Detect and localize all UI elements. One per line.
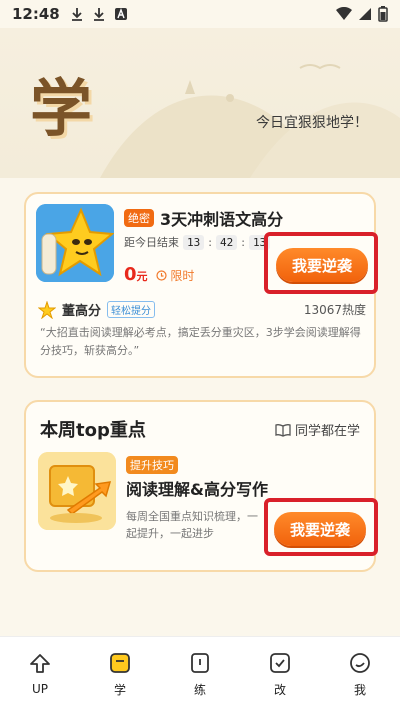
signal-icon [359, 8, 371, 20]
course-thumbnail [36, 204, 114, 282]
up-arrow-icon [30, 654, 50, 673]
author-name: 董高分 [62, 304, 102, 319]
page-title: 学 [30, 72, 93, 145]
clock-icon [155, 270, 167, 281]
nav-item-me[interactable]: 我 [320, 637, 400, 711]
comeback-button[interactable]: 我要逆袭 [276, 248, 368, 282]
check-icon [270, 652, 290, 673]
topic-thumbnail [38, 452, 116, 530]
nav-label-practice: 练 [193, 682, 206, 697]
countdown: 距今日结束 13 : 42 : 13 [124, 234, 271, 250]
notification-app-icon [114, 8, 127, 20]
comeback-button[interactable]: 我要逆袭 [274, 512, 366, 546]
price: 0元 [124, 264, 148, 285]
nav-item-practice[interactable]: 练 [160, 637, 240, 711]
skill-tag-label: 提升技巧 [126, 456, 178, 474]
countdown-label: 距今日结束 [124, 236, 179, 249]
motto-text: 今日宜狠狠地学！ [256, 115, 368, 131]
countdown-minutes: 42 [215, 234, 238, 250]
folder-arrow-icon [38, 452, 116, 530]
nav-item-up[interactable]: UP [0, 637, 80, 711]
secret-tag: 绝密 [124, 209, 154, 227]
bottom-nav: UP 学 练 改 我 [0, 636, 400, 711]
nav-label-learn: 学 [113, 682, 126, 697]
author-badge: 轻松提分 [107, 301, 156, 318]
topic-description: 每周全国重点知识梳理，一起提升，一起进步 [126, 510, 258, 540]
status-bar: 12:48 [0, 0, 400, 28]
course-quote: “大招直击阅读理解必考点，搞定丢分重灾区，3步学会阅读理解得分技巧，斩获高分。” [40, 326, 361, 357]
nav-item-learn[interactable]: 学 [80, 637, 160, 711]
skill-tag: 提升技巧 [126, 454, 178, 474]
nav-label-up: UP [31, 682, 49, 696]
heat-count: 13067热度 [303, 303, 366, 317]
battery-icon [378, 6, 388, 22]
practice-icon [191, 652, 209, 673]
topic-title: 阅读理解&高分写作 [126, 480, 268, 499]
star-mascot-icon [36, 204, 114, 282]
nav-label-me: 我 [353, 682, 366, 697]
course-title: 3天冲刺语文高分 [160, 210, 284, 229]
open-book-icon [275, 423, 291, 437]
wifi-icon [336, 7, 352, 20]
profile-icon [350, 652, 370, 673]
price-unit: 元 [136, 270, 148, 283]
download-icon [93, 8, 104, 21]
nav-label-correct: 改 [273, 682, 286, 697]
everyone-learning: 同学都在学 [275, 420, 360, 439]
price-value: 0 [124, 264, 137, 285]
book-icon [110, 652, 130, 673]
everyone-learning-text: 同学都在学 [294, 424, 360, 439]
download-icon [71, 8, 82, 21]
limited-time-label: 限时 [155, 267, 195, 284]
nav-item-correct[interactable]: 改 [240, 637, 320, 711]
author-avatar-icon [38, 300, 56, 319]
countdown-hours: 13 [183, 234, 205, 250]
author-row: 董高分 轻松提分 13067热度 [38, 300, 366, 319]
limited-time-text: 限时 [170, 269, 195, 283]
price-row: 0元 限时 [124, 264, 194, 285]
status-time: 12:48 [12, 5, 60, 23]
weekly-top-heading: 本周top重点 [40, 420, 146, 441]
course-title-row: 绝密 3天冲刺语文高分 [124, 206, 283, 230]
